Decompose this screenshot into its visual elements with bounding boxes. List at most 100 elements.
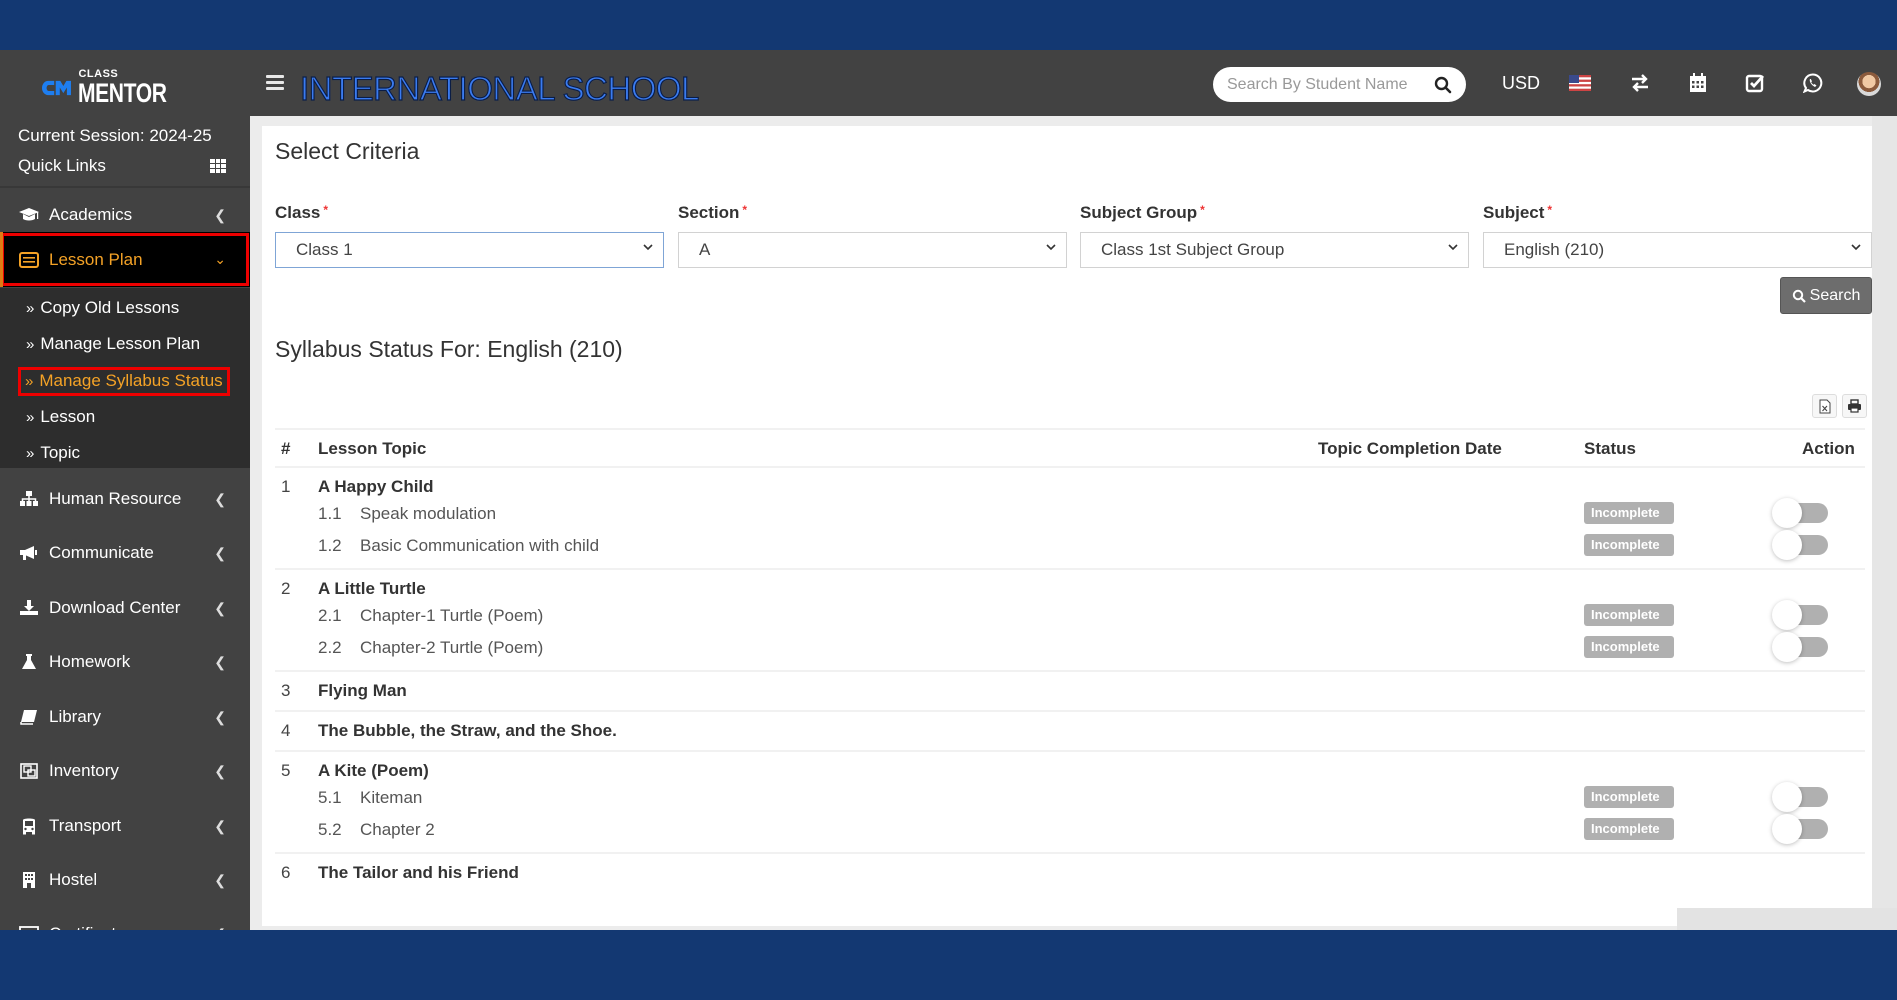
submenu-label: Copy Old Lessons (40, 298, 180, 317)
sitemap-icon (18, 489, 40, 509)
double-chevron-right-icon: » (26, 409, 35, 426)
sidebar-item-label: Lesson Plan (49, 249, 143, 269)
submenu-lesson[interactable]: » Lesson (26, 407, 95, 427)
submenu-label: Manage Lesson Plan (40, 334, 201, 353)
search-icon (1792, 289, 1806, 303)
section-select[interactable]: A (678, 232, 1067, 268)
exchange-icon[interactable] (1627, 70, 1653, 96)
sidebar-item-communicate[interactable]: Communicate ❮ (0, 531, 250, 575)
print-button[interactable] (1842, 394, 1867, 418)
sidebar-item-label: Download Center (49, 598, 181, 617)
topic-name: Basic Communication with child (360, 536, 600, 555)
lesson-number: 6 (281, 863, 291, 882)
menu-toggle-icon[interactable] (266, 75, 284, 91)
sidebar-item-academics[interactable]: Academics ❮ (0, 193, 250, 237)
status-badge: Incomplete (1584, 534, 1674, 556)
topic-row: 2.2 Chapter-2 Turtle (Poem) Incomplete (275, 632, 1865, 664)
completion-toggle[interactable] (1772, 600, 1830, 630)
submenu-copy-old-lessons[interactable]: » Copy Old Lessons (26, 298, 179, 318)
check-square-icon[interactable] (1742, 70, 1768, 96)
object-group-icon (18, 761, 40, 781)
sidebar-item-hostel[interactable]: Hostel ❮ (0, 858, 250, 902)
chevron-down-icon (1851, 244, 1861, 251)
section-select-value: A (699, 240, 711, 259)
subject-select[interactable]: English (210) (1483, 232, 1872, 268)
topic-name: Chapter 2 (360, 820, 435, 839)
sidebar-item-lesson-plan[interactable]: Lesson Plan ⌄ (0, 232, 250, 287)
col-status: Status (1584, 439, 1636, 458)
sidebar-item-transport[interactable]: Transport ❮ (0, 804, 250, 848)
table-header: # Lesson Topic Topic Completion Date Sta… (275, 428, 1865, 466)
toggle-knob (1772, 814, 1802, 844)
user-avatar[interactable] (1857, 72, 1881, 96)
subject-group-select[interactable]: Class 1st Subject Group (1080, 232, 1469, 268)
chevron-left-icon: ❮ (214, 490, 226, 507)
sidebar-item-human-resource[interactable]: Human Resource ❮ (0, 477, 250, 521)
status-badge: Incomplete (1584, 502, 1674, 524)
completion-toggle[interactable] (1772, 814, 1830, 844)
student-search-input[interactable] (1227, 75, 1417, 94)
lesson-number: 5 (281, 761, 291, 780)
completion-toggle[interactable] (1772, 632, 1830, 662)
currency-selector[interactable]: USD (1502, 73, 1540, 94)
syllabus-title: Syllabus Status For: English (210) (275, 336, 623, 362)
col-completion-date: Topic Completion Date (1318, 439, 1502, 458)
topic-name: Chapter-1 Turtle (Poem) (360, 606, 544, 625)
double-chevron-right-icon: » (26, 445, 35, 462)
sidebar-item-certificate[interactable]: Certificate ❮ (0, 912, 250, 930)
double-chevron-right-icon: » (25, 373, 34, 390)
double-chevron-right-icon: » (26, 336, 35, 353)
topic-row: 5.2 Chapter 2 Incomplete (275, 814, 1865, 846)
syllabus-panel: Select Criteria Class * Class 1 Section * … (262, 126, 1872, 926)
graduation-cap-icon (18, 205, 40, 225)
chevron-down-icon (643, 244, 653, 251)
lesson-number: 4 (281, 721, 291, 740)
logo[interactable]: CLASS MENTOR (42, 68, 192, 108)
lesson-row: 4 The Bubble, the Straw, and the Shoe. (275, 710, 1865, 750)
whatsapp-icon[interactable] (1800, 70, 1826, 96)
submenu-label: Lesson (40, 407, 96, 426)
sidebar-item-label: Hostel (49, 870, 98, 889)
sidebar-item-inventory[interactable]: Inventory ❮ (0, 749, 250, 793)
sidebar-item-label: Human Resource (49, 489, 182, 508)
main-content: Select Criteria Class * Class 1 Section * … (250, 116, 1897, 930)
search-icon[interactable] (1434, 76, 1452, 94)
submenu-topic[interactable]: » Topic (26, 443, 80, 463)
sidebar-item-download-center[interactable]: Download Center ❮ (0, 586, 250, 630)
topic-name: Chapter-2 Turtle (Poem) (360, 638, 544, 657)
status-badge: Incomplete (1584, 818, 1674, 840)
flag-us-icon[interactable] (1567, 70, 1593, 96)
class-select[interactable]: Class 1 (275, 232, 664, 268)
topic-row: 5.1 Kiteman Incomplete (275, 782, 1865, 814)
completion-toggle[interactable] (1772, 782, 1830, 812)
sidebar-item-label: Library (49, 707, 101, 726)
chevron-left-icon: ❮ (214, 206, 226, 223)
chevron-left-icon: ❮ (214, 653, 226, 670)
submenu-manage-syllabus-status[interactable]: » Manage Syllabus Status (18, 367, 230, 396)
search-button[interactable]: Search (1780, 277, 1872, 314)
col-number: # (281, 439, 291, 458)
export-excel-button[interactable] (1812, 394, 1837, 418)
page-scrollbar-track[interactable] (1872, 116, 1897, 930)
quick-links[interactable]: Quick Links (18, 156, 226, 176)
completion-toggle[interactable] (1772, 498, 1830, 528)
logo-mark-icon (42, 80, 71, 96)
chevron-down-icon: ⌄ (214, 251, 226, 267)
chevron-left-icon: ❮ (214, 708, 226, 725)
search-button-label: Search (1809, 286, 1861, 304)
lesson-plan-submenu: » Copy Old Lessons » Manage Lesson Plan » M… (0, 288, 250, 468)
submenu-manage-lesson-plan[interactable]: » Manage Lesson Plan (26, 334, 200, 354)
class-label: Class * (275, 203, 329, 222)
toggle-knob (1772, 782, 1802, 812)
col-lesson-topic: Lesson Topic (318, 439, 427, 458)
topic-row: 2.1 Chapter-1 Turtle (Poem) Incomplete (275, 600, 1865, 632)
chevron-down-icon (1046, 244, 1056, 251)
calendar-icon[interactable] (1685, 70, 1711, 96)
sidebar-item-library[interactable]: Library ❮ (0, 695, 250, 739)
logo-text-big: MENTOR (78, 78, 168, 108)
lesson-title: A Kite (Poem) (318, 761, 429, 780)
sidebar-item-homework[interactable]: Homework ❮ (0, 640, 250, 684)
completion-toggle[interactable] (1772, 530, 1830, 560)
toggle-knob (1772, 530, 1802, 560)
file-excel-icon (1819, 399, 1830, 413)
